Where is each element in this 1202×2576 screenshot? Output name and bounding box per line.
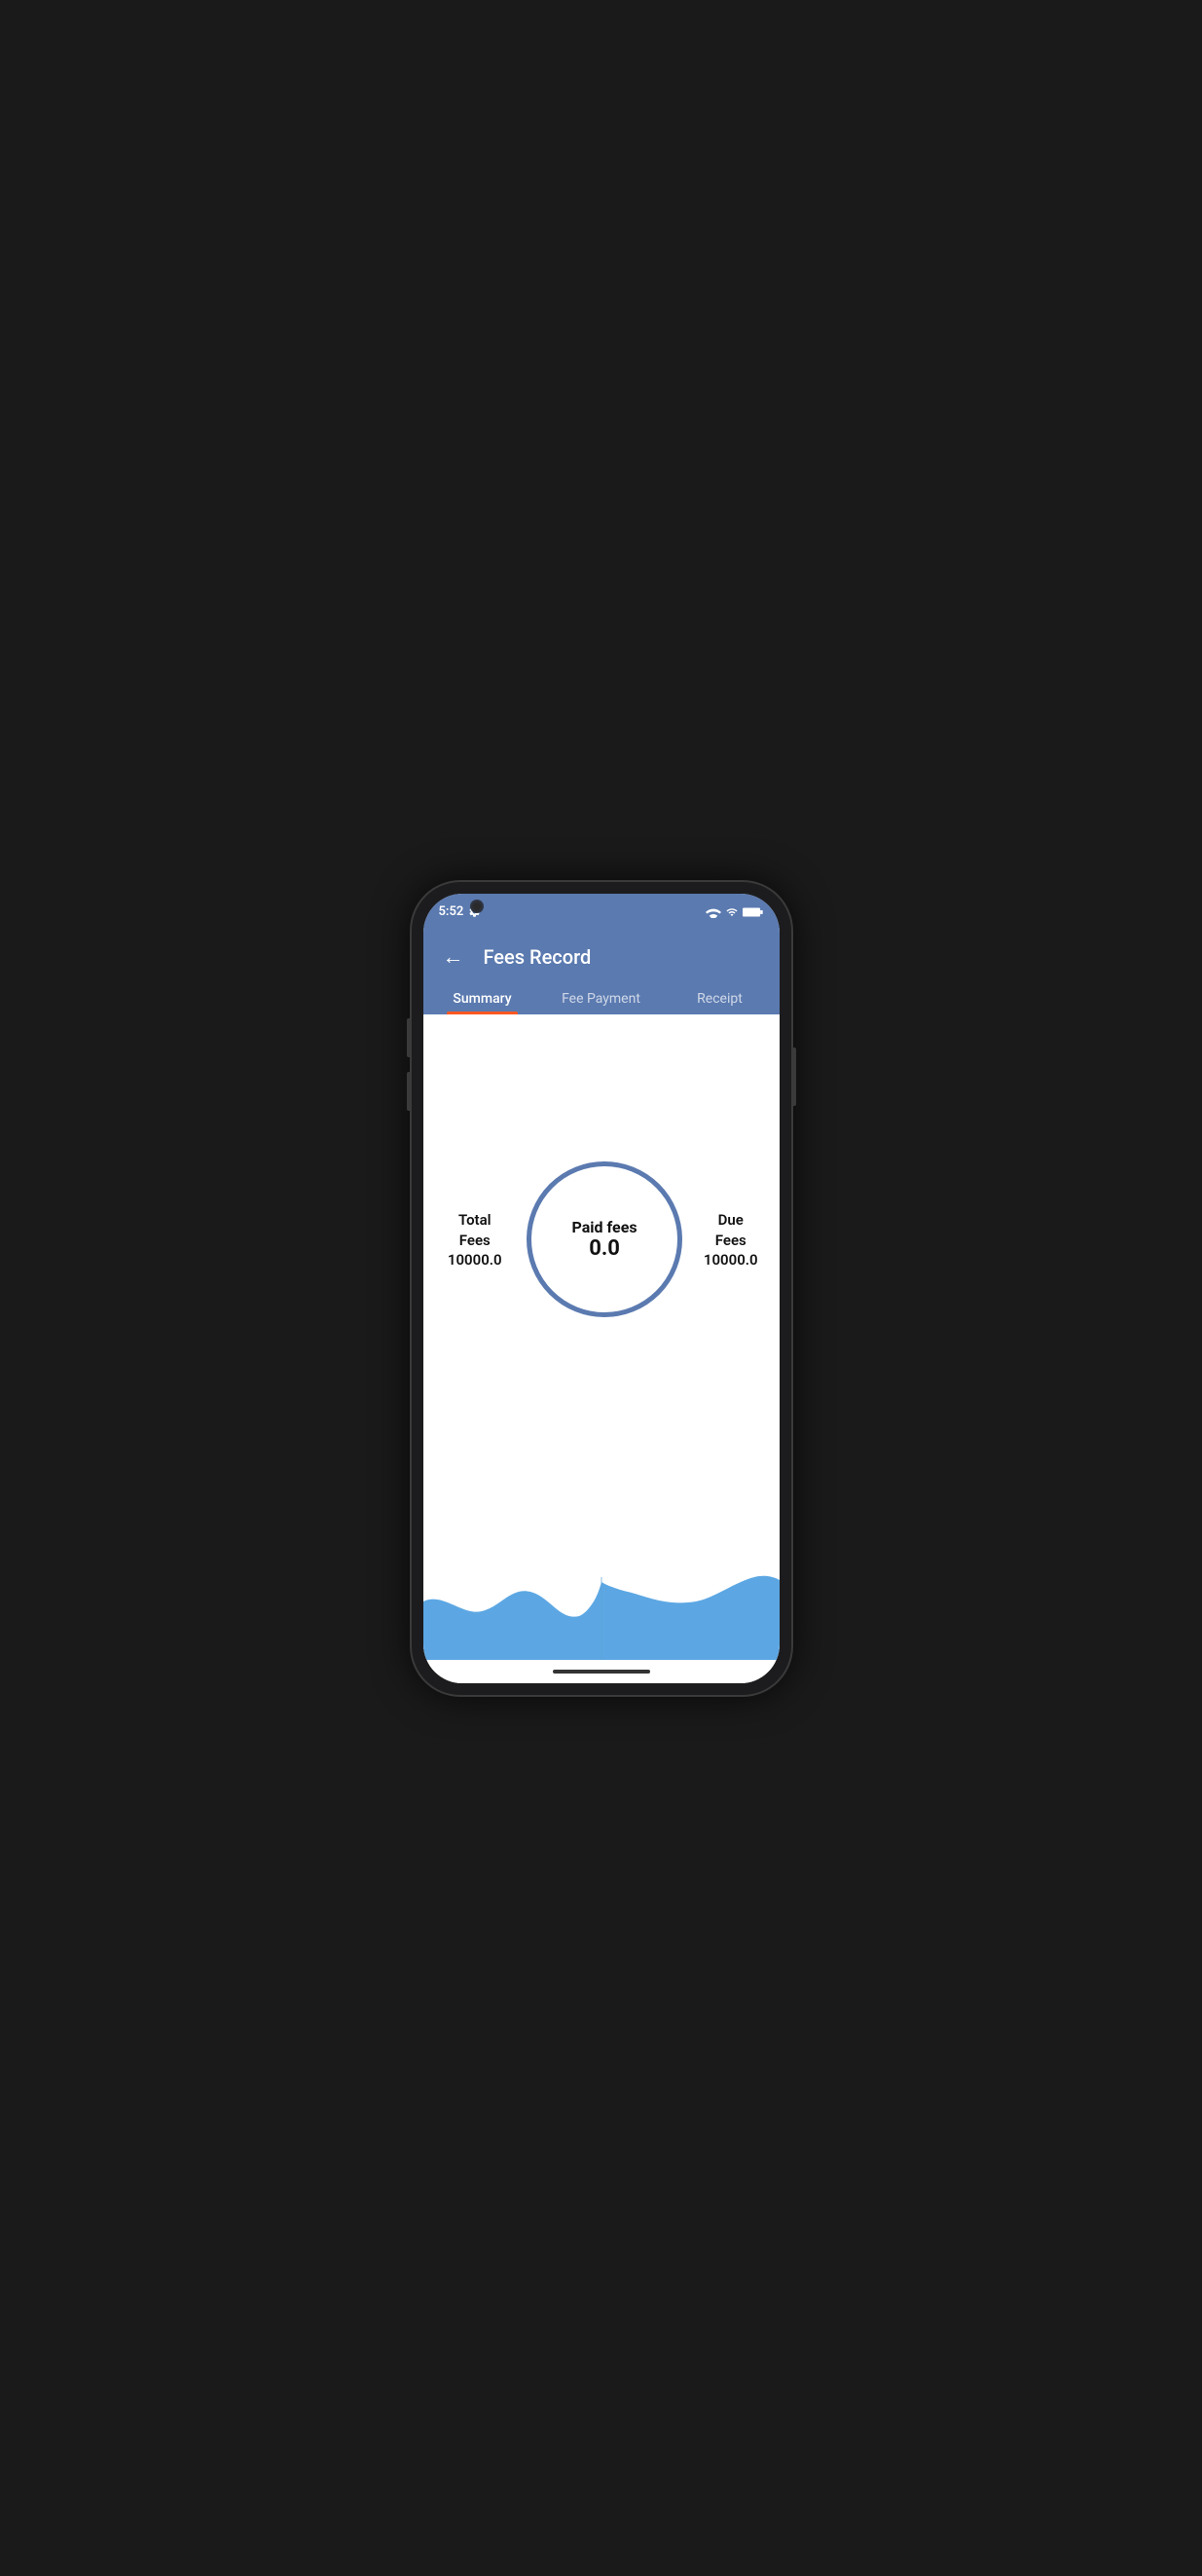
app-bar: ← Fees Record — [423, 929, 780, 974]
page-title: Fees Record — [484, 945, 592, 969]
phone-screen: 5:52 ← — [423, 894, 780, 1683]
tab-summary[interactable]: Summary — [423, 981, 542, 1014]
volume-up-button — [407, 1018, 411, 1057]
signal-icon — [725, 906, 739, 918]
home-indicator — [423, 1660, 780, 1683]
fee-summary-section: Total Fees 10000.0 Paid fees 0.0 Due Fee… — [423, 1014, 780, 1465]
back-button[interactable]: ← — [439, 940, 468, 974]
total-fees-display: Total Fees 10000.0 — [443, 1210, 508, 1269]
battery-icon — [743, 906, 764, 918]
time-display: 5:52 — [439, 904, 464, 919]
power-button — [792, 1048, 796, 1106]
due-fees-value: 10000.0 — [702, 1251, 759, 1269]
wave-chart — [423, 1465, 780, 1660]
paid-fees-circle: Paid fees 0.0 — [527, 1161, 682, 1317]
phone-device: 5:52 ← — [412, 882, 791, 1695]
wifi-icon — [706, 906, 721, 918]
paid-fees-label: Paid fees — [572, 1218, 637, 1236]
tab-receipt[interactable]: Receipt — [661, 981, 780, 1014]
tab-fee-payment[interactable]: Fee Payment — [542, 981, 661, 1014]
status-icons — [706, 906, 764, 918]
paid-fees-value: 0.0 — [589, 1236, 620, 1261]
home-bar — [553, 1670, 650, 1674]
total-fees-label: Total Fees — [443, 1210, 508, 1251]
volume-down-button — [407, 1072, 411, 1111]
total-fees-value: 10000.0 — [443, 1251, 508, 1269]
tab-bar: Summary Fee Payment Receipt — [423, 974, 780, 1014]
due-fees-label: Due Fees — [702, 1210, 759, 1251]
wave-chart-svg — [423, 1465, 780, 1660]
content-area: Total Fees 10000.0 Paid fees 0.0 Due Fee… — [423, 1014, 780, 1660]
due-fees-display: Due Fees 10000.0 — [702, 1210, 759, 1269]
phone-camera — [470, 900, 484, 913]
